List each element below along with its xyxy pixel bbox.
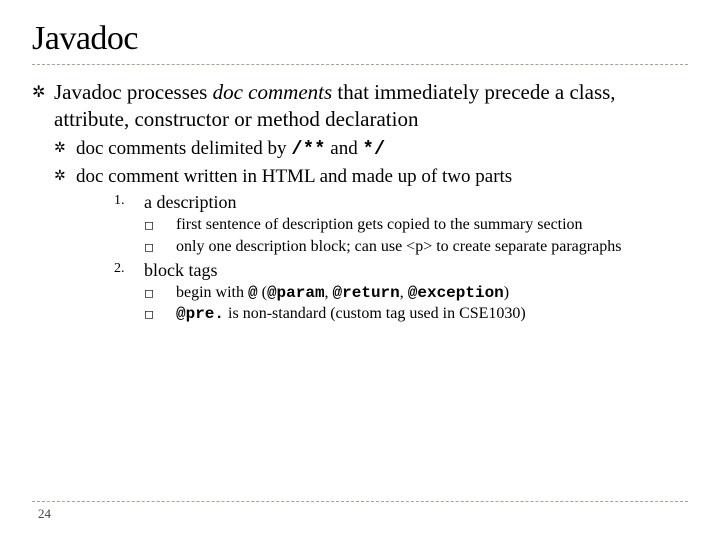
square-icon: ◻	[144, 283, 176, 301]
sub-text-2: doc comment written in HTML and made up …	[76, 165, 688, 189]
flower-icon: ✲	[54, 137, 76, 157]
square-icon: ◻	[144, 215, 176, 233]
detail-text: only one description block; can use <p> …	[176, 237, 688, 257]
box-bullet: ◻ first sentence of description gets cop…	[144, 215, 688, 235]
flower-icon: ✲	[32, 79, 54, 102]
square-icon: ◻	[144, 304, 176, 322]
main-text: Javadoc processes doc comments that imme…	[54, 79, 688, 133]
detail-text: @pre. is non-standard (custom tag used i…	[176, 304, 688, 324]
box-bullet: ◻ @pre. is non-standard (custom tag used…	[144, 304, 688, 324]
page-title: Javadoc	[32, 20, 688, 58]
bullet-level1: ✲ Javadoc processes doc comments that im…	[32, 79, 688, 133]
detail-text: first sentence of description gets copie…	[176, 215, 688, 235]
numbered-item: 2. block tags	[114, 259, 688, 282]
page-number: 24	[32, 506, 688, 522]
title-divider	[32, 64, 688, 65]
numbered-item: 1. a description	[114, 191, 688, 214]
footer: 24	[0, 501, 720, 522]
bullet-level2: ✲ doc comments delimited by /** and */	[54, 137, 688, 161]
item-number: 2.	[114, 259, 144, 277]
bullet-level2: ✲ doc comment written in HTML and made u…	[54, 165, 688, 189]
flower-icon: ✲	[54, 165, 76, 185]
footer-divider	[32, 501, 688, 502]
detail-text: begin with @ (@param, @return, @exceptio…	[176, 283, 688, 303]
item-label: a description	[144, 191, 688, 214]
item-label: block tags	[144, 259, 688, 282]
item-number: 1.	[114, 191, 144, 209]
sub-text-1: doc comments delimited by /** and */	[76, 137, 688, 161]
box-bullet: ◻ begin with @ (@param, @return, @except…	[144, 283, 688, 303]
square-icon: ◻	[144, 237, 176, 255]
box-bullet: ◻ only one description block; can use <p…	[144, 237, 688, 257]
